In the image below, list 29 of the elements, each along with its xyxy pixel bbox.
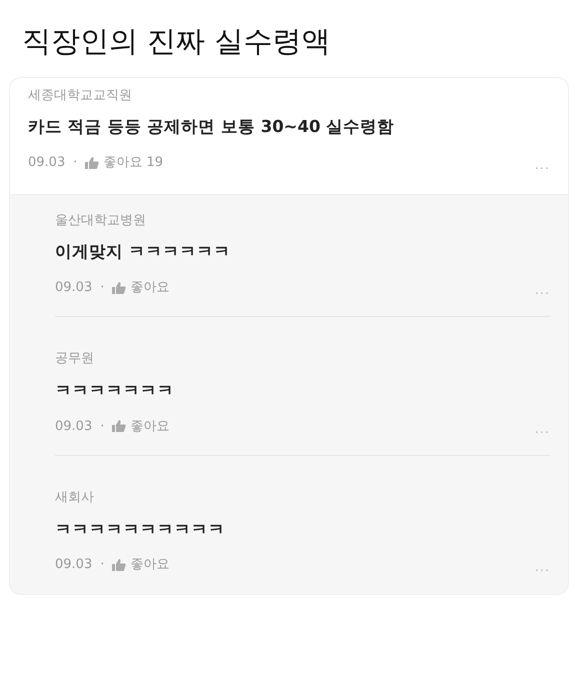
thumbs-up-icon — [112, 282, 126, 294]
separator-dot: · — [100, 418, 104, 436]
comment-text: ㅋㅋㅋㅋㅋㅋㅋㅋㅋㅋ — [55, 518, 226, 541]
comment-text: ㅋㅋㅋㅋㅋㅋㅋ — [55, 380, 175, 402]
thumbs-up-icon — [112, 420, 126, 432]
more-button[interactable]: ... — [534, 280, 550, 300]
more-button[interactable]: ... — [534, 420, 550, 440]
like-button[interactable]: 좋아요 19 — [85, 153, 164, 173]
separator-dot: · — [100, 556, 104, 574]
more-button[interactable]: ... — [534, 156, 550, 176]
like-button[interactable]: 좋아요 — [112, 416, 170, 436]
comment-text: 이게맞지 ㅋㅋㅋㅋㅋㅋ — [55, 241, 232, 264]
page-title: 직장인의 진짜 실수령액 — [22, 24, 332, 59]
comment-text: 카드 적금 등등 공제하면 보통 30~40 실수령함 — [28, 116, 396, 138]
separator-dot: · — [100, 278, 104, 297]
like-button[interactable]: 좋아요 — [112, 555, 170, 575]
separator-dot: · — [73, 154, 78, 172]
like-button[interactable]: 좋아요 — [112, 278, 170, 298]
comment-date: 09.03 — [55, 556, 92, 574]
author-name: 울산대학교병원 — [55, 212, 147, 230]
thumbs-up-icon — [112, 559, 126, 572]
author-name: 세종대학교교직원 — [28, 86, 133, 105]
author-name: 새회사 — [55, 489, 95, 508]
comment-date: 09.03 — [28, 154, 66, 172]
comment-date: 09.03 — [55, 418, 92, 436]
thumbs-up-icon — [85, 156, 100, 169]
comment-date: 09.03 — [55, 278, 92, 297]
more-button[interactable]: ... — [534, 558, 550, 578]
author-name: 공무원 — [55, 350, 95, 368]
